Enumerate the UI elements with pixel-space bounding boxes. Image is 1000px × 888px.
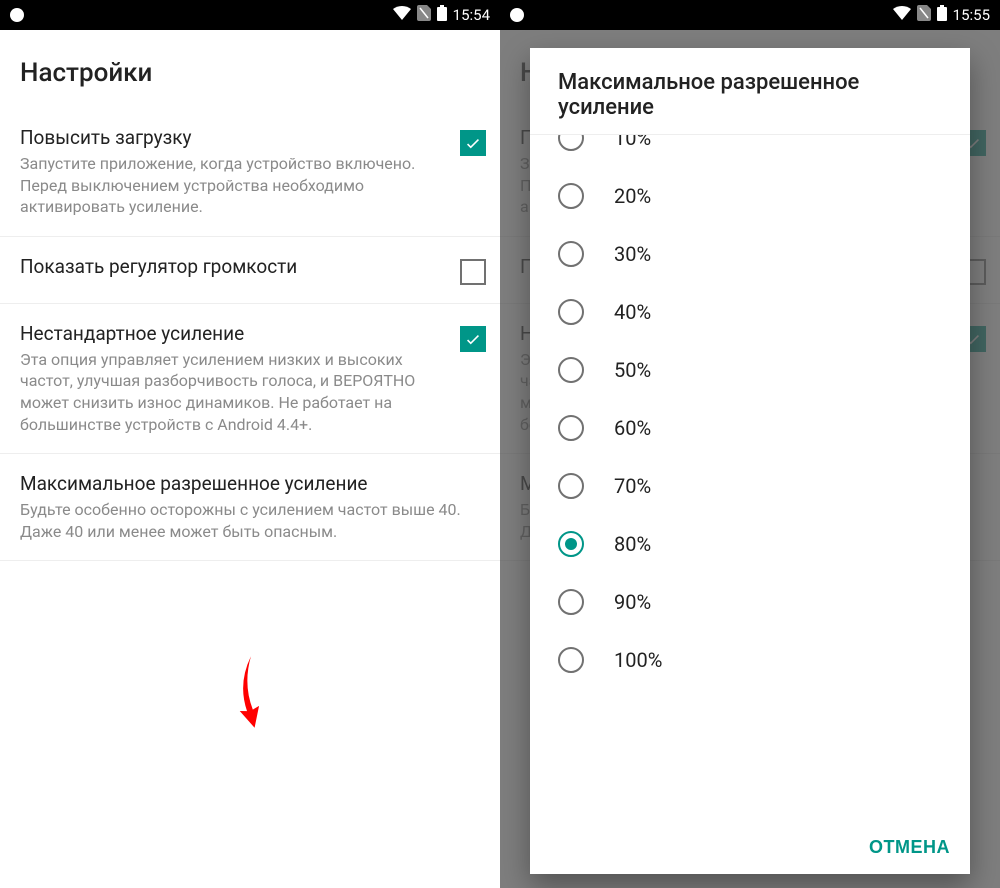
radio-icon[interactable]: [558, 183, 584, 209]
radio-label: 50%: [614, 358, 651, 382]
radio-label: 30%: [614, 242, 651, 266]
row-subtitle: Будьте особенно осторожны с усилением ча…: [20, 499, 486, 542]
row-subtitle: Эта опция управляет усилением низких и в…: [20, 349, 450, 435]
radio-option[interactable]: 70%: [530, 457, 970, 515]
radio-icon[interactable]: [558, 241, 584, 267]
radio-label: 10%: [614, 134, 651, 150]
radio-label: 60%: [614, 416, 651, 440]
left-screenshot: 15:54 Настройки Повысить загрузку Запусти…: [0, 0, 500, 888]
clock-left: 15:54: [453, 6, 490, 24]
dialog-title: Максимальное разрешенное усиление: [530, 48, 970, 134]
radio-label: 70%: [614, 474, 651, 498]
status-bar-left: 15:54: [0, 0, 500, 30]
radio-label: 80%: [614, 532, 651, 556]
dialog-options-list[interactable]: 10% 20% 30% 40% 50% 60% 70% 80% 90% 100%: [530, 134, 970, 821]
radio-selected-icon[interactable]: [558, 531, 584, 557]
radio-option[interactable]: 80%: [530, 515, 970, 573]
battery-icon: [437, 5, 447, 25]
page-title: Настройки: [0, 30, 500, 108]
row-title: Нестандартное усиление: [20, 322, 450, 345]
radio-icon[interactable]: [558, 357, 584, 383]
radio-option[interactable]: 100%: [530, 631, 970, 689]
radio-option[interactable]: 90%: [530, 573, 970, 631]
radio-option[interactable]: 20%: [530, 167, 970, 225]
radio-label: 90%: [614, 590, 651, 614]
cancel-button[interactable]: ОТМЕНА: [869, 837, 950, 858]
row-title: Показать регулятор громкости: [20, 255, 450, 278]
radio-option[interactable]: 30%: [530, 225, 970, 283]
radio-option[interactable]: 10%: [530, 134, 970, 167]
checkbox-on-icon[interactable]: [460, 130, 486, 156]
radio-label: 40%: [614, 300, 651, 324]
status-bar-right: 15:55: [500, 0, 1000, 30]
settings-row[interactable]: Максимальное разрешенное усиление Будьте …: [0, 454, 500, 561]
status-dot-icon: [510, 8, 524, 22]
battery-icon: [937, 5, 947, 25]
radio-icon[interactable]: [558, 589, 584, 615]
status-dot-icon: [10, 8, 24, 22]
settings-row[interactable]: Повысить загрузку Запустите приложение, к…: [0, 108, 500, 237]
radio-icon[interactable]: [558, 473, 584, 499]
right-screenshot: 15:55 Настройки Повысить загрузкуЗапусти…: [500, 0, 1000, 888]
radio-icon[interactable]: [558, 134, 584, 151]
radio-option[interactable]: 60%: [530, 399, 970, 457]
gain-dialog: Максимальное разрешенное усиление 10% 20%…: [530, 48, 970, 874]
row-title: Максимальное разрешенное усиление: [20, 472, 486, 495]
radio-label: 20%: [614, 184, 651, 208]
radio-icon[interactable]: [558, 299, 584, 325]
row-subtitle: Запустите приложение, когда устройство в…: [20, 153, 450, 218]
wifi-icon: [393, 6, 411, 24]
radio-icon[interactable]: [558, 647, 584, 673]
wifi-icon: [893, 6, 911, 24]
sim-icon: [417, 5, 431, 25]
radio-icon[interactable]: [558, 415, 584, 441]
settings-row[interactable]: Показать регулятор громкости: [0, 237, 500, 304]
radio-label: 100%: [614, 648, 662, 672]
sim-icon: [917, 5, 931, 25]
checkbox-on-icon[interactable]: [460, 326, 486, 352]
radio-option[interactable]: 50%: [530, 341, 970, 399]
settings-row[interactable]: Нестандартное усиление Эта опция управляе…: [0, 304, 500, 454]
row-title: Повысить загрузку: [20, 126, 450, 149]
clock-right: 15:55: [953, 6, 990, 24]
radio-option[interactable]: 40%: [530, 283, 970, 341]
checkbox-off-icon[interactable]: [460, 259, 486, 285]
